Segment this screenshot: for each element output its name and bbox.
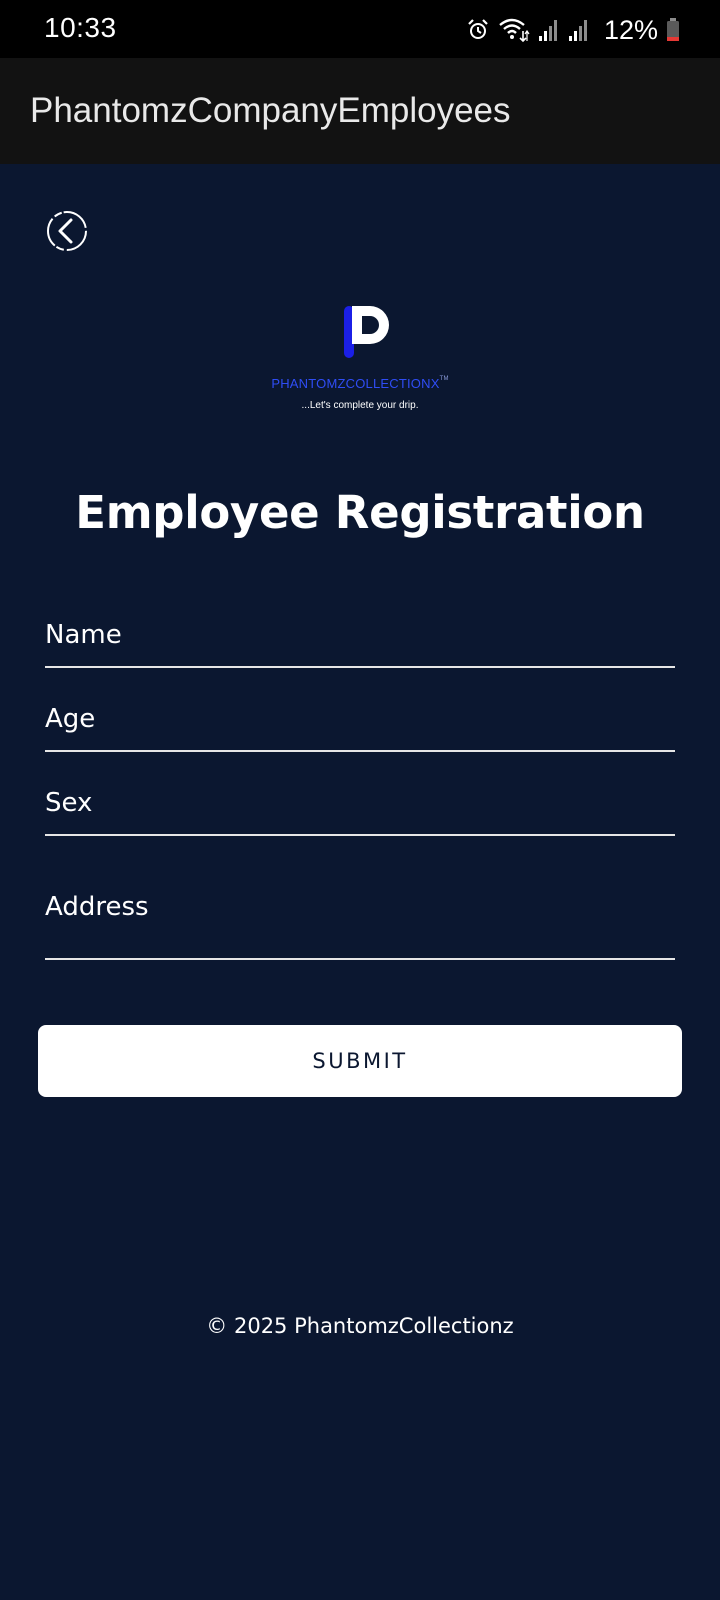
battery-icon	[666, 18, 680, 42]
address-field	[45, 856, 675, 960]
brand-name: PHANTOMZCOLLECTIONXTM	[271, 376, 449, 391]
signal-icon	[538, 18, 560, 42]
brand-logo-mark	[344, 306, 389, 358]
name-field	[45, 604, 675, 668]
brand-tagline: ...Let's complete your drip.	[301, 400, 419, 411]
app-title: PhantomzCompanyEmployees	[30, 91, 511, 130]
address-input[interactable]	[45, 872, 675, 942]
age-input[interactable]	[45, 688, 675, 750]
footer-copyright: © 2025 PhantomzCollectionz	[206, 1314, 514, 1338]
submit-button[interactable]: SUBMIT	[38, 1025, 682, 1097]
registration-screen: PHANTOMZCOLLECTIONXTM ...Let's complete …	[0, 164, 720, 1600]
sex-input[interactable]	[45, 772, 675, 834]
alarm-icon	[466, 18, 490, 42]
name-input[interactable]	[45, 604, 675, 666]
status-time: 10:33	[44, 12, 117, 43]
back-button[interactable]	[45, 209, 89, 253]
signal-icon	[568, 18, 590, 42]
app-bar: PhantomzCompanyEmployees	[0, 58, 720, 164]
chevron-left-icon	[47, 211, 87, 251]
brand-logo: PHANTOMZCOLLECTIONXTM ...Let's complete …	[230, 304, 490, 424]
wifi-icon	[498, 17, 530, 43]
page-title: Employee Registration	[75, 486, 645, 539]
status-icons: 12%	[466, 14, 680, 46]
age-field	[45, 688, 675, 752]
sex-field	[45, 772, 675, 836]
status-bar: 10:33 12%	[0, 0, 720, 58]
battery-percent: 12%	[603, 14, 658, 45]
